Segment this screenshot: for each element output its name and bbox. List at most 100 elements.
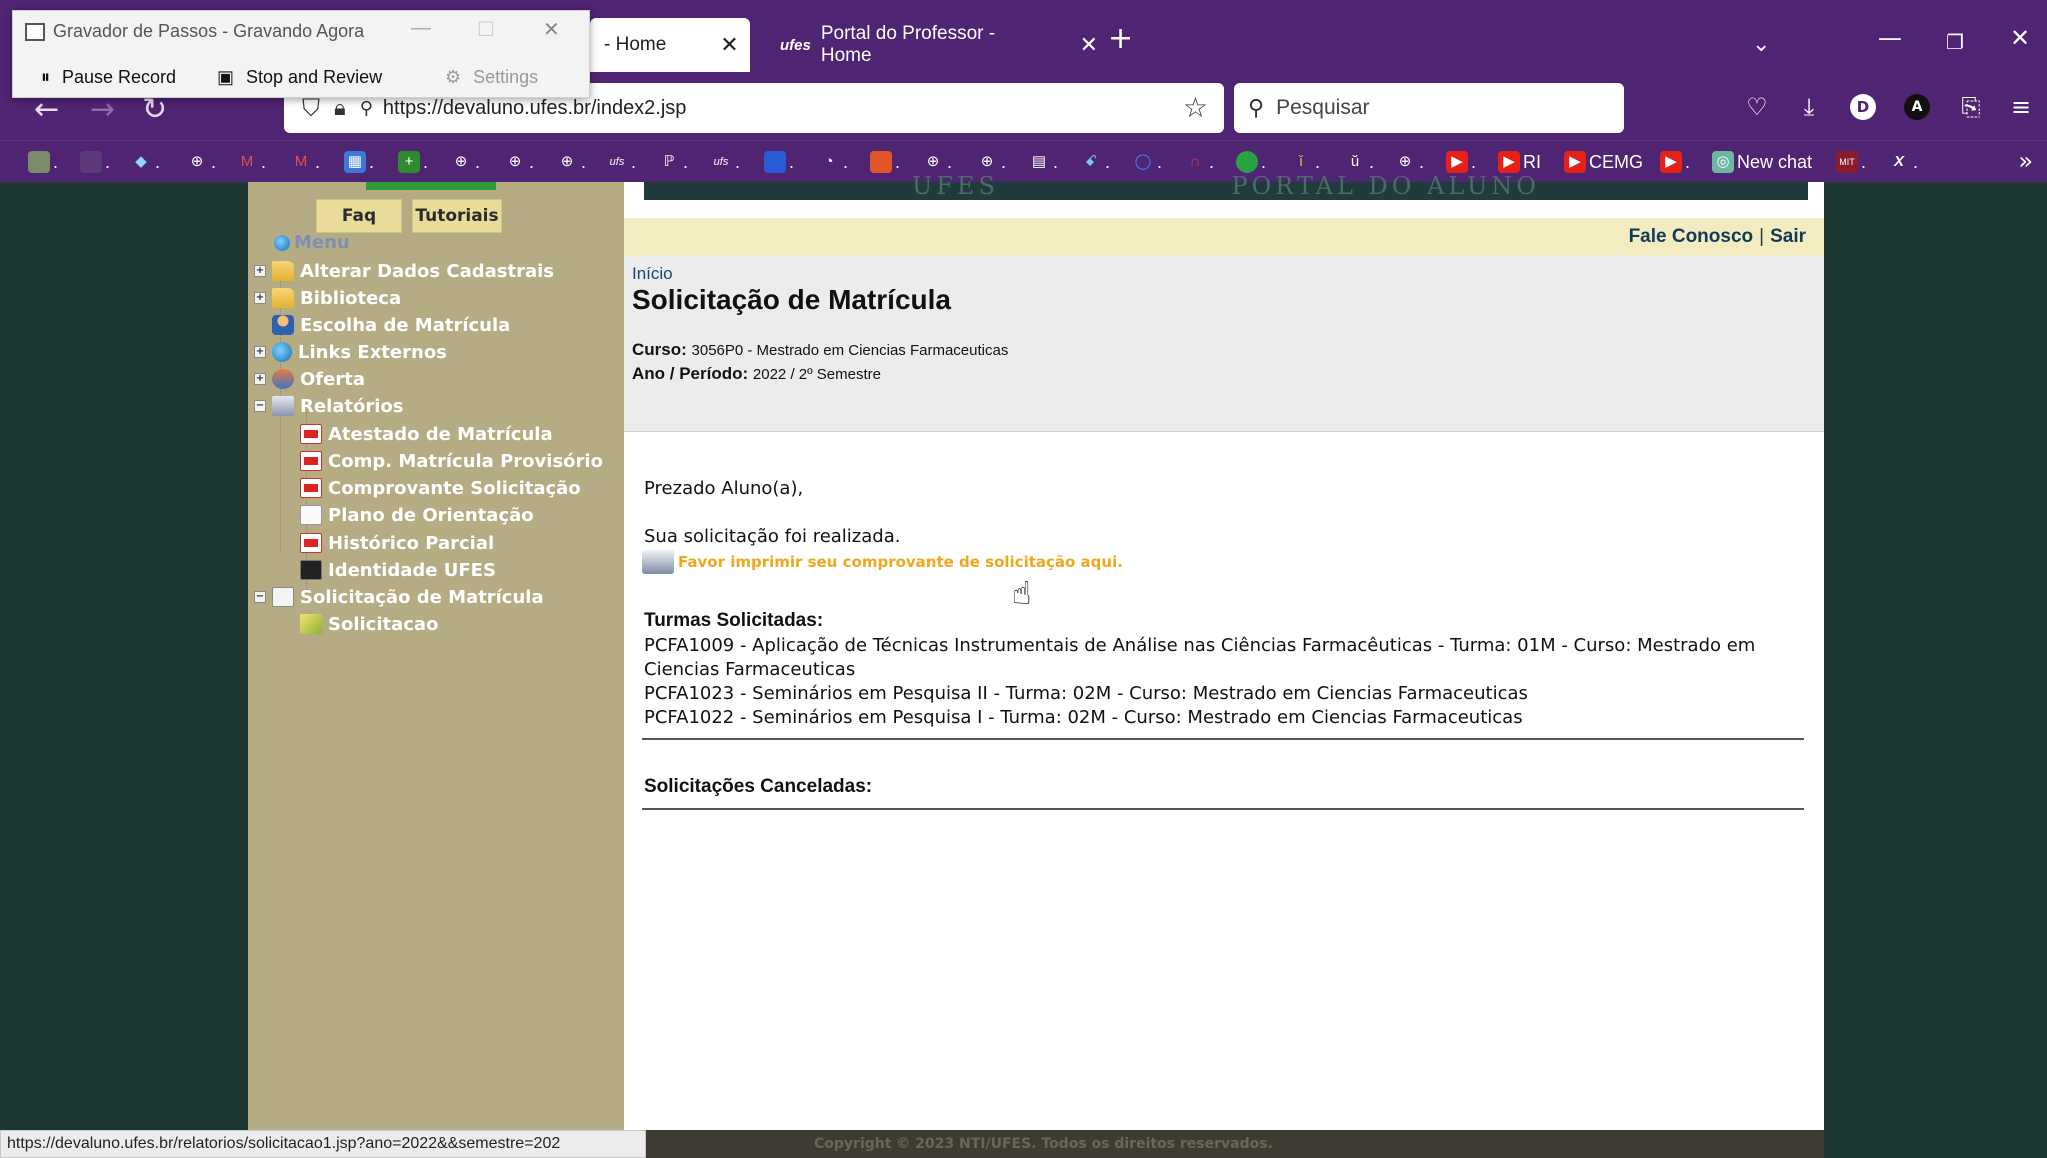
bookmark-x-icon[interactable]: X. bbox=[1888, 147, 1918, 177]
printer-icon bbox=[642, 550, 674, 574]
bookmark-cemg-label: CEMG bbox=[1589, 151, 1643, 172]
bookmark-globe-icon[interactable]: ⊕. bbox=[186, 147, 216, 177]
bookmark-plus-icon[interactable]: +. bbox=[398, 147, 428, 177]
folder-icon bbox=[272, 261, 294, 281]
stop-review-button[interactable]: ▣ Stop and Review bbox=[217, 67, 382, 88]
sidebar-item-comp-matricula-provisorio[interactable]: Comp. Matrícula Provisório bbox=[300, 448, 603, 474]
pause-record-button[interactable]: ⏸ Pause Record bbox=[41, 67, 176, 88]
sidebar-item-relatorios[interactable]: − Relatórios bbox=[254, 393, 403, 419]
print-receipt-label[interactable]: Favor imprimir seu comprovante de solici… bbox=[678, 553, 1123, 571]
header-band: Fale Conosco | Sair bbox=[624, 218, 1824, 256]
new-tab-icon[interactable]: + bbox=[1108, 24, 1133, 54]
person-icon bbox=[272, 315, 294, 335]
bookmark-globe-icon[interactable]: ⊕. bbox=[504, 147, 534, 177]
sidebar-item-label: Comp. Matrícula Provisório bbox=[328, 450, 603, 472]
tab-list-chevron-icon[interactable]: ⌄ bbox=[1752, 32, 1770, 57]
expand-icon[interactable]: + bbox=[254, 292, 266, 304]
breadcrumb[interactable]: Início bbox=[632, 264, 673, 284]
sidebar-item-oferta[interactable]: + Oferta bbox=[254, 366, 365, 392]
curso-value: 3056P0 - Mestrado em Ciencias Farmaceuti… bbox=[691, 342, 1009, 359]
sidebar-item-identidade-ufes[interactable]: Identidade UFES bbox=[300, 557, 496, 583]
sidebar-item-atestado-matricula[interactable]: Atestado de Matrícula bbox=[300, 421, 553, 447]
bookmark-mit-icon[interactable]: MIT. bbox=[1836, 147, 1866, 177]
close-tab-icon[interactable]: ✕ bbox=[1080, 32, 1098, 58]
expand-icon[interactable]: + bbox=[254, 373, 266, 385]
sidebar-item-label: Comprovante Solicitação bbox=[328, 477, 581, 499]
collapse-icon[interactable]: − bbox=[254, 400, 266, 412]
restore-icon[interactable]: ❐ bbox=[1946, 30, 1964, 54]
bookmark-map-icon[interactable]: . bbox=[28, 147, 58, 177]
bookmark-calendar-icon[interactable]: ▦. bbox=[344, 147, 374, 177]
gear-icon: ⚙ bbox=[445, 67, 462, 87]
canceladas-title: Solicitações Canceladas: bbox=[644, 776, 873, 797]
lock-icon[interactable]: 🔒︎ bbox=[334, 96, 346, 121]
collapse-icon[interactable]: − bbox=[254, 591, 266, 603]
bookmark-globe-icon[interactable]: ⊕. bbox=[556, 147, 586, 177]
curso-info: Curso: 3056P0 - Mestrado em Ciencias Far… bbox=[632, 340, 1008, 360]
link-separator: | bbox=[1759, 226, 1765, 247]
extension-d-icon[interactable]: D bbox=[1850, 94, 1876, 120]
bookmark-m-icon[interactable]: M. bbox=[236, 147, 266, 177]
left-margin bbox=[12, 182, 248, 1130]
sidebar-item-historico-parcial[interactable]: Histórico Parcial bbox=[300, 530, 494, 556]
recorder-minimize-icon[interactable]: — bbox=[411, 17, 431, 40]
minimize-icon[interactable]: — bbox=[1878, 24, 1902, 52]
downloads-icon[interactable]: ⤓ bbox=[1792, 90, 1826, 124]
pencil-icon bbox=[300, 614, 322, 634]
sidebar-item-alterar-dados[interactable]: + Alterar Dados Cadastrais bbox=[254, 258, 554, 284]
pdf-icon bbox=[300, 424, 322, 444]
shield-icon[interactable]: ⛉ bbox=[302, 94, 320, 122]
sidebar: Faq Tutoriais Menu + Alterar Dados Cadas… bbox=[248, 182, 624, 1130]
success-message: Sua solicitação foi realizada. bbox=[644, 526, 901, 547]
menu-icon[interactable]: ≡ bbox=[2004, 90, 2038, 124]
tutoriais-button[interactable]: Tutoriais bbox=[412, 199, 502, 233]
pocket-icon[interactable]: ♡ bbox=[1740, 90, 1774, 124]
bookmark-m-icon[interactable]: M. bbox=[290, 147, 320, 177]
print-receipt-link[interactable]: Favor imprimir seu comprovante de solici… bbox=[642, 550, 1123, 574]
id-card-icon bbox=[300, 560, 322, 580]
sidebar-item-label: Solicitacao bbox=[328, 613, 439, 635]
extension-a-icon[interactable]: A bbox=[1904, 94, 1930, 120]
recorder-maximize-icon[interactable]: ☐ bbox=[477, 17, 495, 42]
recorder-close-icon[interactable]: ✕ bbox=[543, 17, 560, 42]
sair-link[interactable]: Sair bbox=[1770, 226, 1806, 247]
expand-icon[interactable]: + bbox=[254, 265, 266, 277]
search-placeholder: Pesquisar bbox=[1276, 96, 1370, 119]
sidebar-item-links-externos[interactable]: + Links Externos bbox=[254, 339, 447, 365]
close-window-icon[interactable]: ✕ bbox=[2010, 24, 2030, 52]
divider bbox=[642, 738, 1804, 740]
recorder-app-icon bbox=[25, 23, 45, 41]
fale-conosco-link[interactable]: Fale Conosco bbox=[1629, 226, 1754, 247]
faq-button[interactable]: Faq bbox=[316, 199, 402, 233]
periodo-info: Ano / Período: 2022 / 2º Semestre bbox=[632, 364, 881, 384]
pdf-icon bbox=[300, 533, 322, 553]
pdf-icon bbox=[300, 451, 322, 471]
bookmark-star-icon[interactable]: ☆ bbox=[1183, 91, 1208, 124]
url-text[interactable]: https://devaluno.ufes.br/index2.jsp bbox=[383, 97, 687, 120]
bookmark-diamond-icon[interactable]: ◆. bbox=[130, 147, 160, 177]
search-input[interactable]: ⚲ Pesquisar bbox=[1234, 83, 1624, 133]
bookmark-ufes-icon[interactable]: ufs. bbox=[606, 147, 636, 177]
settings-button[interactable]: ⚙ Settings bbox=[445, 67, 538, 88]
sidebar-item-label: Alterar Dados Cadastrais bbox=[300, 260, 555, 282]
sidebar-item-solicitacao-matricula[interactable]: − Solicitação de Matrícula bbox=[254, 584, 544, 610]
sidebar-item-escolha-matricula[interactable]: Escolha de Matrícula bbox=[272, 312, 510, 338]
close-tab-icon[interactable]: ✕ bbox=[720, 32, 738, 58]
bookmark-globe-icon[interactable]: ⊕. bbox=[450, 147, 480, 177]
sidebar-item-comprovante-solicitacao[interactable]: Comprovante Solicitação bbox=[300, 475, 581, 501]
curso-label: Curso: bbox=[632, 340, 687, 359]
pdf-icon bbox=[300, 478, 322, 498]
sidebar-item-biblioteca[interactable]: + Biblioteca bbox=[254, 285, 401, 311]
menu-title-label: Menu bbox=[294, 232, 350, 253]
tab-home[interactable]: - Home ✕ bbox=[590, 18, 750, 72]
turma-item: PCFA1022 - Seminários em Pesquisa I - Tu… bbox=[644, 707, 1523, 728]
turma-item: PCFA1023 - Seminários em Pesquisa II - T… bbox=[644, 683, 1528, 704]
more-bookmarks-icon[interactable]: » bbox=[2018, 147, 2033, 175]
expand-icon[interactable]: + bbox=[254, 346, 266, 358]
bookmark-blank-icon[interactable]: . bbox=[80, 147, 110, 177]
sidebar-item-plano-orientacao[interactable]: Plano de Orientação bbox=[300, 502, 534, 528]
tab-portal-professor[interactable]: ufes Portal do Professor - Home ✕ bbox=[768, 18, 1098, 72]
permissions-icon[interactable]: ⚲ bbox=[360, 98, 373, 119]
extensions-icon[interactable]: ⎘ bbox=[1954, 90, 1988, 124]
sidebar-item-solicitacao[interactable]: Solicitacao bbox=[300, 611, 438, 637]
